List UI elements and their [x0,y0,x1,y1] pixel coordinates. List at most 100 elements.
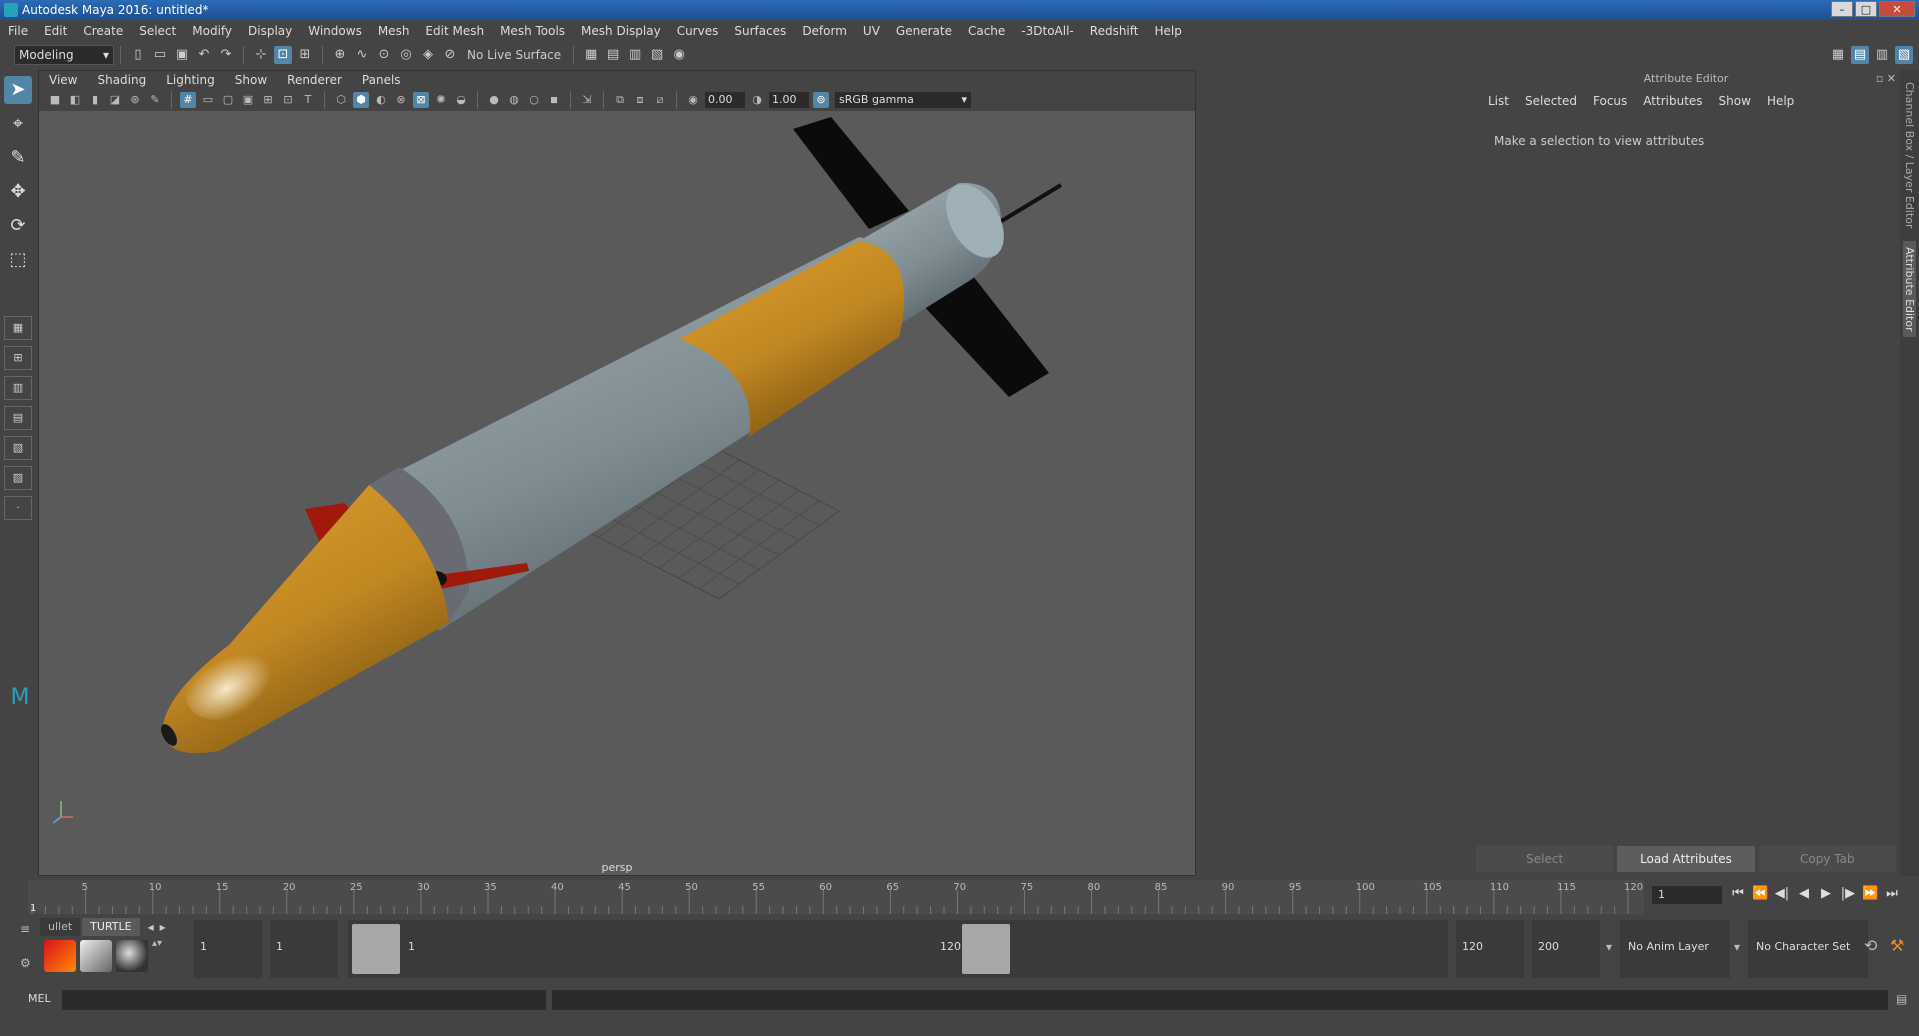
chevron-right-icon[interactable]: ▸ [160,920,166,934]
minimize-button[interactable]: – [1831,1,1853,17]
menu-file[interactable]: File [0,24,36,38]
close-button[interactable]: ✕ [1879,1,1915,17]
grease-pencil-icon[interactable]: ✎ [147,92,163,108]
step-forward-frame-icon[interactable]: |▶ [1840,884,1856,904]
paint-select-tool-icon[interactable]: ✎ [4,144,32,172]
menu-create[interactable]: Create [75,24,131,38]
depth-of-field-icon[interactable]: ◾ [546,92,562,108]
shelf-tab-turtle[interactable]: TURTLE [82,918,140,936]
render-frame-icon[interactable]: ▤ [604,46,622,64]
time-ruler[interactable]: 5 10 15 20 25 30 35 40 45 50 55 60 65 70 75 80 85 90 95 100… [28,880,1644,914]
shelf-menu-icon[interactable]: ≡ [20,922,30,936]
menu-select[interactable]: Select [131,24,184,38]
vmenu-show[interactable]: Show [225,73,277,87]
undo-icon[interactable]: ↶ [195,46,213,64]
redo-icon[interactable]: ↷ [217,46,235,64]
playback-end-field[interactable]: 120 [1456,920,1524,978]
uv-layout-icon[interactable]: ▨ [4,466,32,490]
view-transform-dropdown[interactable]: sRGB gamma ▾ [835,92,971,108]
menu-edit[interactable]: Edit [36,24,75,38]
range-start-handle[interactable] [352,924,400,974]
vmenu-panels[interactable]: Panels [352,73,411,87]
textured-icon[interactable]: ⊠ [413,92,429,108]
vmenu-shading[interactable]: Shading [87,73,156,87]
snap-curve-icon[interactable]: ∿ [353,46,371,64]
step-back-frame-icon[interactable]: ◀| [1774,884,1790,904]
character-set-dropdown[interactable]: No Character Set [1748,920,1868,978]
anti-aliasing-icon[interactable]: ○ [526,92,542,108]
ae-copy-tab-button[interactable]: Copy Tab [1758,846,1896,872]
menu-uv[interactable]: UV [855,24,888,38]
vmenu-renderer[interactable]: Renderer [277,73,352,87]
auto-key-icon[interactable]: ⚒ [1890,936,1904,955]
single-perspective-layout-icon[interactable]: ▦ [4,316,32,340]
menu-display[interactable]: Display [240,24,300,38]
snap-live-icon[interactable]: ⊘ [441,46,459,64]
rotate-tool-icon[interactable]: ⟳ [4,212,32,240]
gamma-field[interactable]: 1.00 [769,92,809,108]
field-chart-icon[interactable]: ⊞ [260,92,276,108]
select-object-icon[interactable]: ⊡ [274,46,292,64]
float-panel-icon[interactable]: ▫ [1876,72,1883,85]
safe-title-icon[interactable]: T [300,92,316,108]
ae-menu-list[interactable]: List [1480,94,1517,108]
menu-edit-mesh[interactable]: Edit Mesh [417,24,492,38]
2d-pan-zoom-icon[interactable]: ⊛ [127,92,143,108]
playback-start-field[interactable]: 1 [270,920,338,978]
tab-attribute-editor[interactable]: Attribute Editor [1903,240,1916,338]
snap-grid-icon[interactable]: ⊕ [331,46,349,64]
menu-deform[interactable]: Deform [794,24,855,38]
ipr-render-icon[interactable]: ▥ [626,46,644,64]
attribute-editor-toggle-icon[interactable]: ▤ [1851,46,1869,64]
chevron-left-icon[interactable]: ◂ [148,920,154,934]
menu-help[interactable]: Help [1146,24,1189,38]
camera-icon[interactable]: ■ [47,92,63,108]
grid-toggle-icon[interactable]: # [180,92,196,108]
play-backward-icon[interactable]: ◀ [1796,884,1812,904]
ae-menu-selected[interactable]: Selected [1517,94,1585,108]
render-view-icon[interactable]: ▦ [582,46,600,64]
persp-outliner-layout-icon[interactable]: ▥ [4,376,32,400]
menu-mesh[interactable]: Mesh [370,24,418,38]
default-material-icon[interactable]: ◐ [373,92,389,108]
hypershade-layout-icon[interactable]: ▧ [4,436,32,460]
menu-redshift[interactable]: Redshift [1082,24,1147,38]
menu-mesh-tools[interactable]: Mesh Tools [492,24,573,38]
exposure-field[interactable]: 0.00 [705,92,745,108]
hypershade-icon[interactable]: ◉ [670,46,688,64]
color-management-icon[interactable]: ⊚ [813,92,829,108]
open-scene-icon[interactable]: ▭ [151,46,169,64]
film-gate-icon[interactable]: ▭ [200,92,216,108]
move-tool-icon[interactable]: ✥ [4,178,32,206]
menu-set-dropdown[interactable]: Modeling ▾ [14,45,114,65]
ae-menu-show[interactable]: Show [1711,94,1759,108]
motion-blur-icon[interactable]: ◍ [506,92,522,108]
command-language-label[interactable]: MEL [28,992,51,1005]
tool-settings-icon[interactable]: ▥ [1873,46,1891,64]
go-to-start-icon[interactable]: ⏮ [1730,884,1746,904]
channel-box-toggle-icon[interactable]: ▧ [1895,46,1913,64]
menu-windows[interactable]: Windows [300,24,370,38]
modeling-toolkit-icon[interactable]: ▦ [1829,46,1847,64]
select-tool-icon[interactable]: ➤ [4,76,32,104]
tab-channel-box[interactable]: Channel Box / Layer Editor [1903,82,1916,229]
script-editor-icon[interactable]: ▤ [1896,992,1907,1006]
command-input[interactable] [62,990,546,1010]
xray-components-icon[interactable]: ⧄ [652,92,668,108]
menu-modify[interactable]: Modify [184,24,240,38]
vmenu-lighting[interactable]: Lighting [156,73,225,87]
xray-joints-icon[interactable]: ⧈ [632,92,648,108]
turtle-render-icon[interactable] [44,940,76,972]
persp-graph-layout-icon[interactable]: ▤ [4,406,32,430]
wireframe-on-shaded-icon[interactable]: ⊗ [393,92,409,108]
shelf-tab-bullet[interactable]: ullet [40,918,81,936]
menu-3dtoall[interactable]: -3DtoAll- [1013,24,1081,38]
go-to-end-icon[interactable]: ⏭ [1884,884,1900,904]
play-forward-icon[interactable]: ▶ [1818,884,1834,904]
select-hierarchy-icon[interactable]: ⊹ [252,46,270,64]
anim-prefs-icon[interactable]: ⟲ [1864,936,1877,955]
safe-action-icon[interactable]: ⊡ [280,92,296,108]
menu-curves[interactable]: Curves [669,24,727,38]
ae-menu-attributes[interactable]: Attributes [1635,94,1710,108]
step-back-key-icon[interactable]: ⏪ [1752,884,1768,904]
